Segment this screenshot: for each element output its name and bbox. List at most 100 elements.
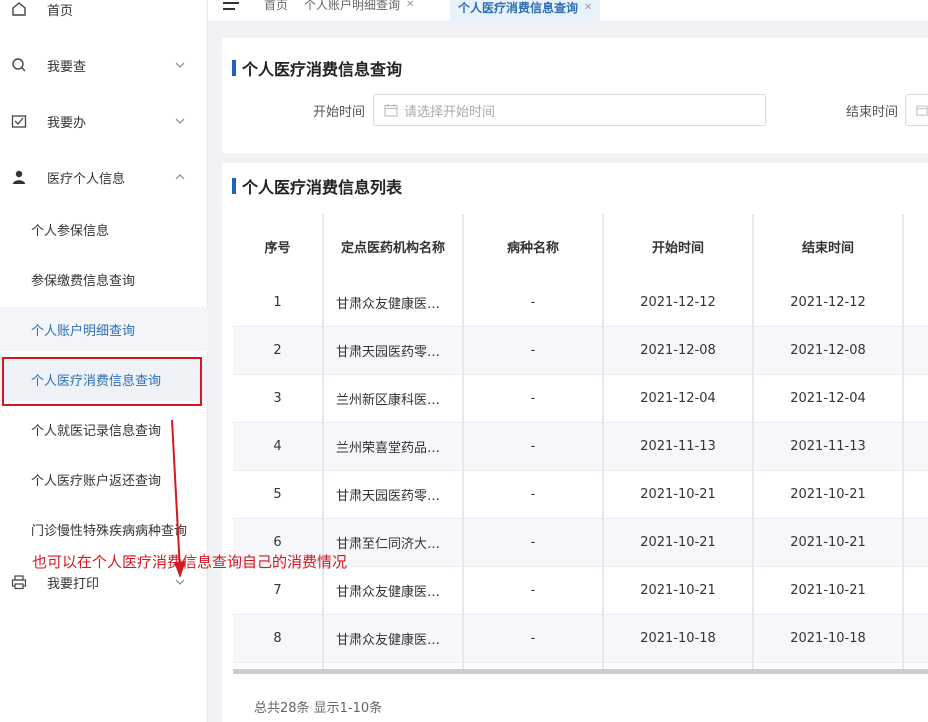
cell-end-time: 2021-10-21 <box>790 535 866 550</box>
sidebar-item-account-detail[interactable]: 个人账户明细查询 <box>0 307 208 351</box>
cell-index: 5 <box>273 487 282 502</box>
table-row[interactable]: 4 兰州荣喜堂药品… - 2021-11-13 2021-11-13 <box>233 423 928 471</box>
cell-start-time: 2021-12-08 <box>640 343 716 358</box>
home-icon <box>10 0 28 18</box>
table-row[interactable]: 2 甘肃天园医药零… - 2021-12-08 2021-12-08 <box>233 327 928 375</box>
cell-end-time: 2021-10-21 <box>790 583 866 598</box>
menu-medical-info-label: 医疗个人信息 <box>47 171 126 187</box>
cell-index: 2 <box>273 343 282 358</box>
cell-start-time: 2021-10-21 <box>640 583 716 598</box>
cell-index: 8 <box>273 631 282 646</box>
table-row[interactable]: 8 甘肃众友健康医… - 2021-10-18 2021-10-18 <box>233 615 928 663</box>
cell-end-time: 2021-10-21 <box>790 487 866 502</box>
cell-index: 7 <box>273 583 282 598</box>
cell-start-time: 2021-10-21 <box>640 535 716 550</box>
user-icon <box>10 168 28 186</box>
tab-home[interactable]: 首页 <box>264 0 288 15</box>
close-icon[interactable]: ✕ <box>584 2 592 13</box>
column-header-institution: 定点医药机构名称 <box>340 241 445 256</box>
chevron-down-icon <box>175 118 185 124</box>
cell-index: 1 <box>273 295 282 310</box>
cell-institution: 兰州新区康科医… <box>336 393 441 408</box>
start-time-input[interactable]: 请选择开始时间 <box>373 94 766 126</box>
start-time-label: 开始时间 <box>313 105 366 120</box>
query-panel: 个人医疗消费信息查询 开始时间 请选择开始时间 结束时间 <box>222 38 928 153</box>
sidebar-item-payment-query[interactable]: 参保缴费信息查询 <box>0 257 208 301</box>
list-panel-title: 个人医疗消费信息列表 <box>232 174 402 198</box>
menu-query-label: 我要查 <box>47 59 87 75</box>
column-header-disease: 病种名称 <box>506 241 559 256</box>
cell-end-time: 2021-12-12 <box>790 295 866 310</box>
tab-medical-consumption[interactable]: 个人医疗消费信息查询 ✕ <box>450 0 601 22</box>
query-panel-title-text: 个人医疗消费信息查询 <box>242 60 403 79</box>
end-time-label: 结束时间 <box>846 105 899 120</box>
column-divider <box>902 214 904 669</box>
cell-index: 4 <box>273 439 282 454</box>
sidebar-item-account-refund[interactable]: 个人医疗账户返还查询 <box>0 457 208 501</box>
query-panel-title: 个人医疗消费信息查询 <box>232 56 402 80</box>
cell-institution: 甘肃天园医药零… <box>336 489 441 504</box>
cell-start-time: 2021-12-12 <box>640 295 716 310</box>
menu-handle[interactable]: 我要办 <box>0 99 208 143</box>
annotation-text: 也可以在个人医疗消费信息查询自己的消费情况 <box>32 553 348 571</box>
column-divider <box>602 214 604 669</box>
cell-disease: - <box>530 295 536 310</box>
cell-disease: - <box>530 439 536 454</box>
sidebar-item-chronic-disease[interactable]: 门诊慢性特殊疾病病种查询 <box>0 507 208 551</box>
start-time-placeholder: 请选择开始时间 <box>404 104 496 120</box>
printer-icon <box>10 573 28 591</box>
cell-institution: 甘肃众友健康医… <box>336 585 441 600</box>
cell-index: 3 <box>273 391 282 406</box>
chevron-down-icon <box>175 62 185 68</box>
annotation-highlight-box <box>2 357 202 406</box>
horizontal-scrollbar[interactable] <box>233 669 928 674</box>
menu-toggle-icon[interactable] <box>223 0 241 10</box>
close-icon[interactable]: ✕ <box>406 0 414 10</box>
column-divider <box>322 214 324 669</box>
tab-account-detail[interactable]: 个人账户明细查询 ✕ <box>304 0 414 15</box>
cell-institution: 甘肃众友健康医… <box>336 297 441 312</box>
cell-start-time: 2021-11-13 <box>640 439 716 454</box>
chevron-up-icon <box>175 174 185 180</box>
menu-medical-info[interactable]: 医疗个人信息 <box>0 155 208 199</box>
column-divider <box>462 214 464 669</box>
table-row[interactable]: 7 甘肃众友健康医… - 2021-10-21 2021-10-21 <box>233 567 928 615</box>
sidebar-item-visit-records[interactable]: 个人就医记录信息查询 <box>0 407 208 451</box>
tab-medical-consumption-label: 个人医疗消费信息查询 <box>458 1 579 15</box>
chevron-down-icon <box>175 579 185 585</box>
cell-institution: 兰州荣喜堂药品… <box>336 441 441 456</box>
column-divider <box>752 214 754 669</box>
cell-start-time: 2021-10-18 <box>640 631 716 646</box>
tab-account-detail-label: 个人账户明细查询 <box>304 0 401 12</box>
pagination-summary: 总共28条 显示1-10条 <box>254 701 383 716</box>
menu-query[interactable]: 我要查 <box>0 43 208 87</box>
tab-bar: 首页 个人账户明细查询 ✕ 个人医疗消费信息查询 ✕ <box>208 0 928 22</box>
list-panel-title-text: 个人医疗消费信息列表 <box>242 178 403 197</box>
menu-home[interactable]: 首页 <box>0 0 208 31</box>
task-icon <box>10 112 28 130</box>
cell-end-time: 2021-12-04 <box>790 391 866 406</box>
title-accent-bar <box>232 178 236 194</box>
menu-handle-label: 我要办 <box>47 115 87 131</box>
table-header: 序号 定点医药机构名称 病种名称 开始时间 结束时间 <box>233 214 928 279</box>
table-row[interactable]: 5 甘肃天园医药零… - 2021-10-21 2021-10-21 <box>233 471 928 519</box>
title-accent-bar <box>232 60 236 76</box>
sidebar-item-insurance-info[interactable]: 个人参保信息 <box>0 207 208 251</box>
menu-home-label: 首页 <box>47 3 74 19</box>
cell-disease: - <box>530 583 536 598</box>
cell-institution: 甘肃天园医药零… <box>336 345 441 360</box>
column-header-index: 序号 <box>264 241 291 256</box>
cell-disease: - <box>530 487 536 502</box>
cell-disease: - <box>530 631 536 646</box>
cell-end-time: 2021-12-08 <box>790 343 866 358</box>
cell-disease: - <box>530 343 536 358</box>
end-time-input[interactable] <box>905 94 928 126</box>
table-row[interactable]: 1 甘肃众友健康医… - 2021-12-12 2021-12-12 <box>233 279 928 327</box>
cell-disease: - <box>530 391 536 406</box>
cell-institution: 甘肃众友健康医… <box>336 633 441 648</box>
menu-print-label: 我要打印 <box>47 576 100 592</box>
cell-start-time: 2021-12-04 <box>640 391 716 406</box>
table-row[interactable]: 3 兰州新区康科医… - 2021-12-04 2021-12-04 <box>233 375 928 423</box>
cell-disease: - <box>530 535 536 550</box>
cell-start-time: 2021-10-21 <box>640 487 716 502</box>
